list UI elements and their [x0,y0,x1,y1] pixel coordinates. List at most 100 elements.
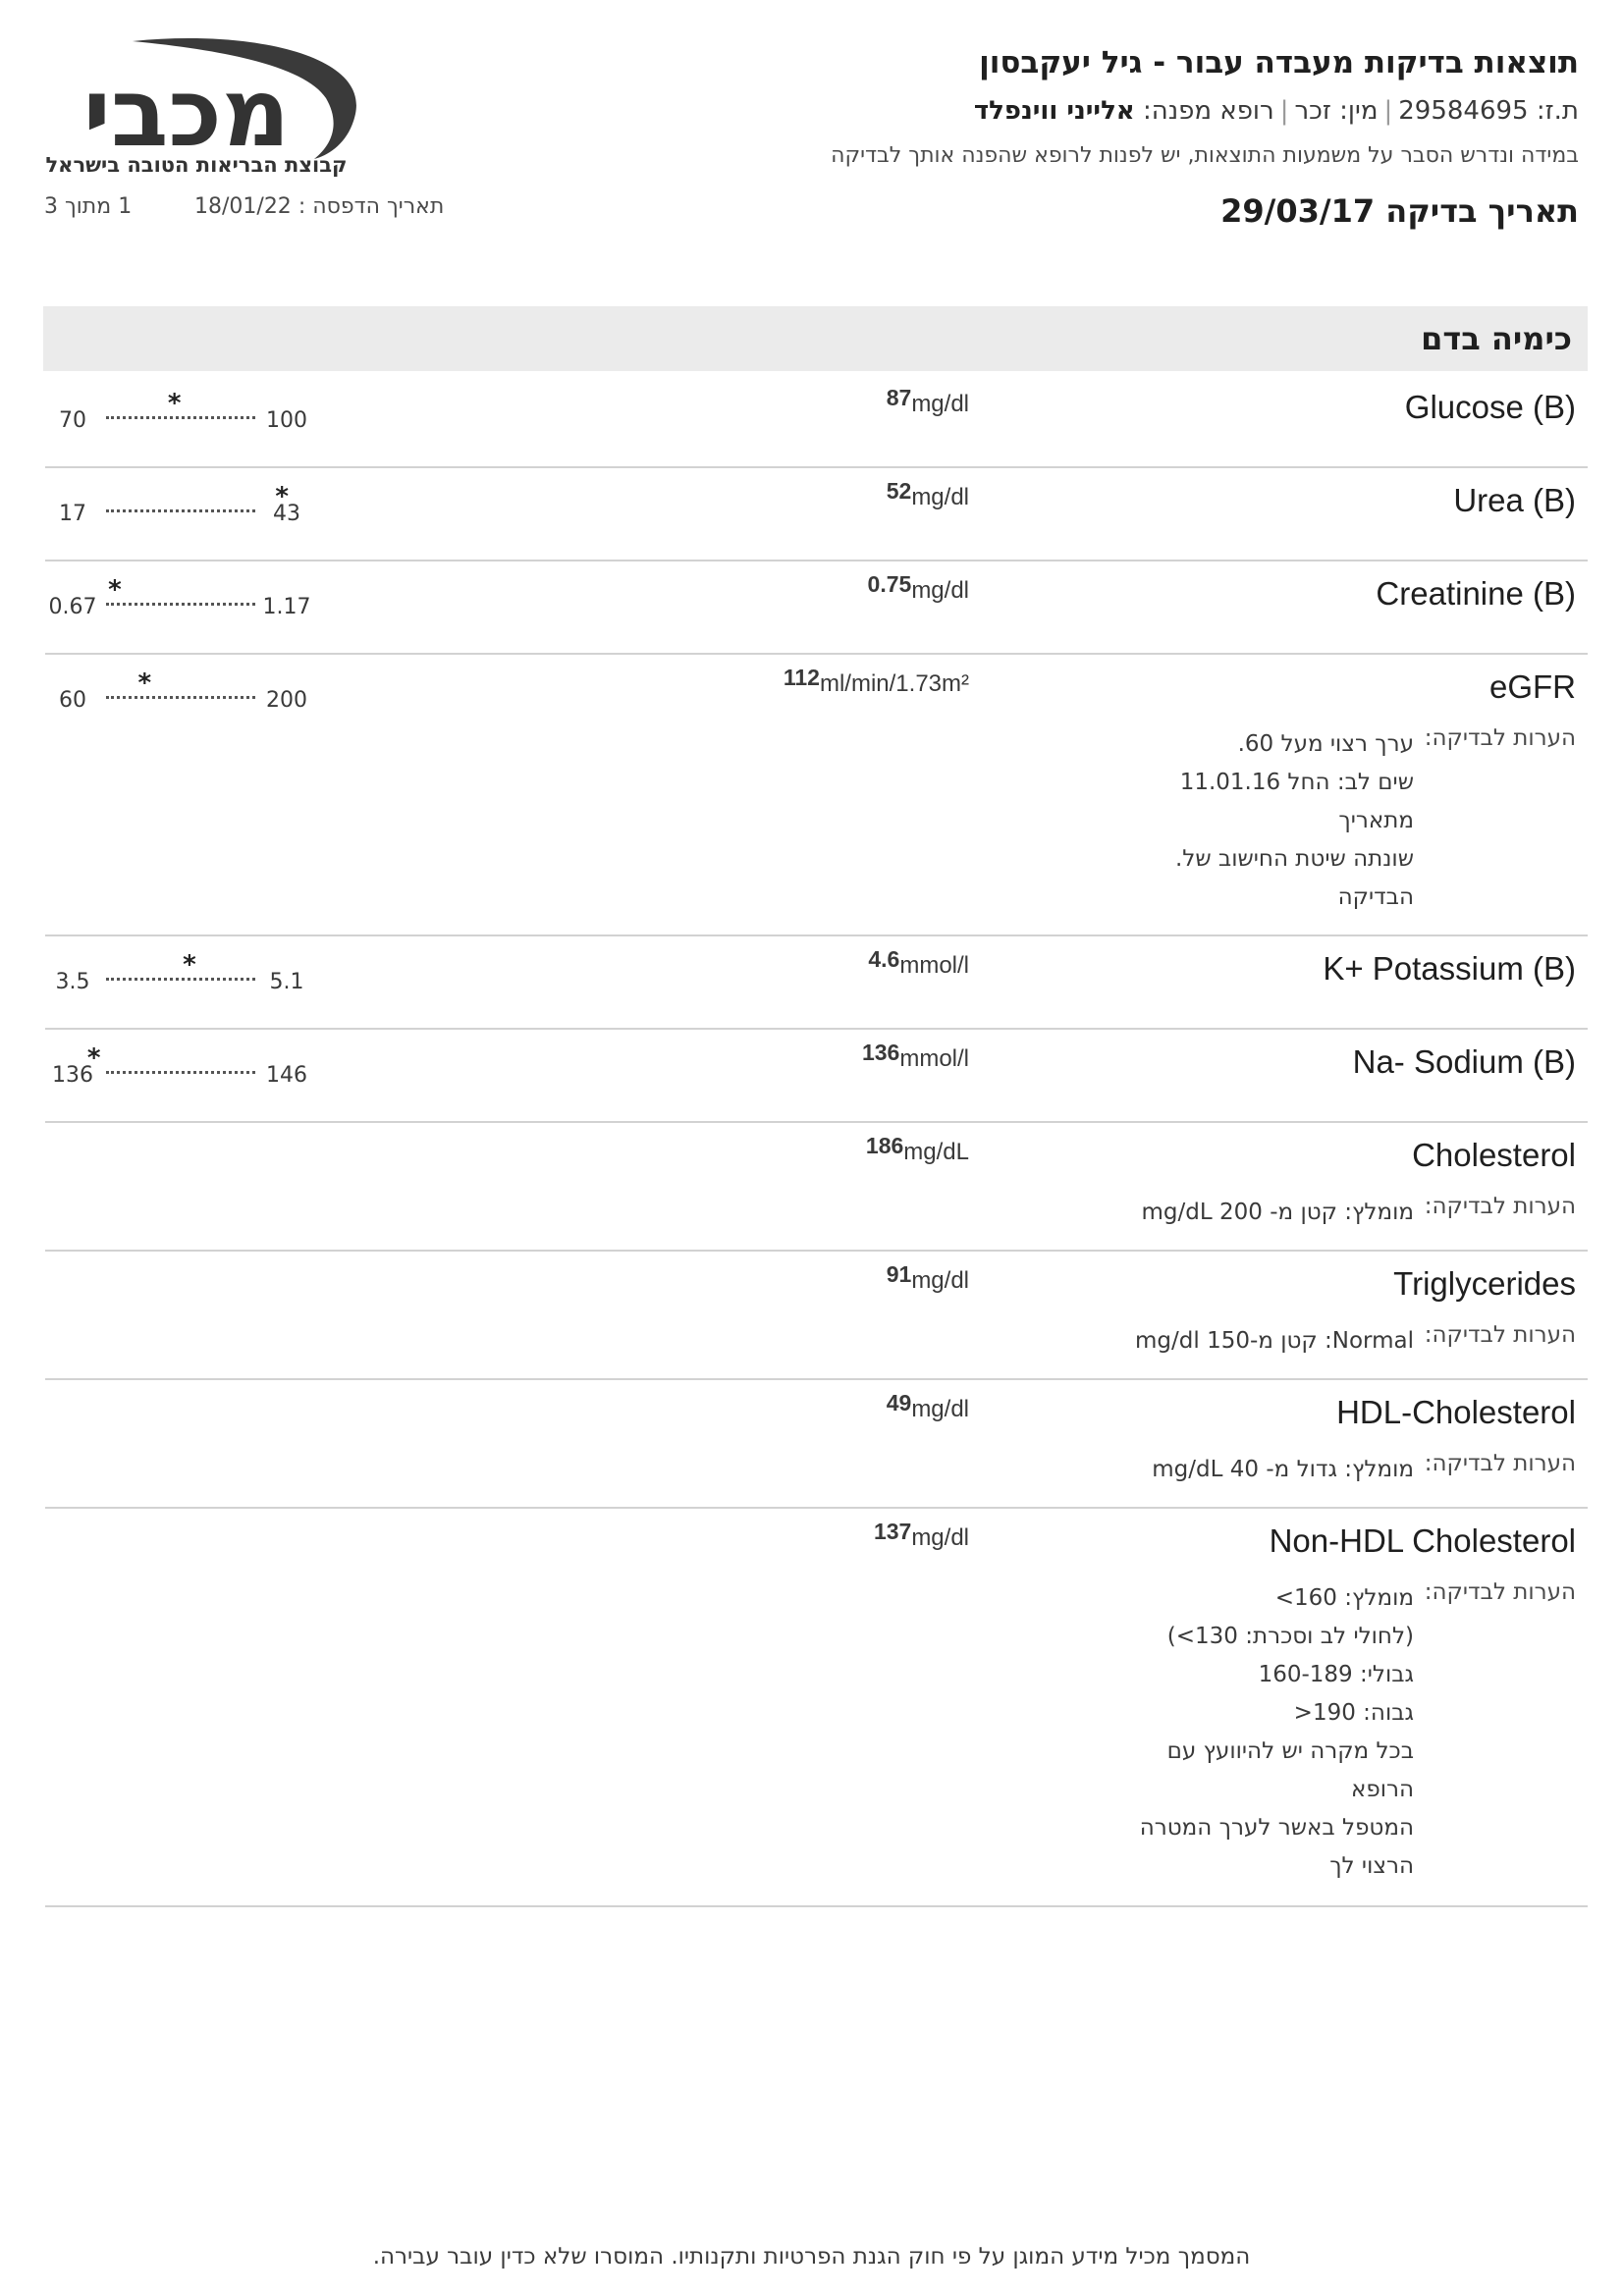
test-name: HDL-Cholesterol [1336,1394,1576,1430]
result-value: 4.6mmol/l [868,946,969,980]
doctor-value: אלייני ווינפלד [973,96,1135,126]
result-value: 52mg/dl [887,478,969,511]
notes-label: הערות לבדיקה: [1424,1322,1576,1348]
result-unit: mg/dL [903,1139,969,1165]
result-value: 91mg/dl [887,1261,969,1295]
reference-range: 70 100 * [45,389,320,434]
result-row: Creatinine (B) 0.75mg/dl 0.67 1.17 * [45,560,1588,655]
reference-range: 3.5 5.1 * [45,950,320,995]
id-value: 29584695 [1398,96,1529,126]
note-line: המטפל באשר לערך המטרה [1139,1815,1414,1841]
result-number: 87 [886,385,912,410]
gender-value: זכר [1294,96,1331,126]
gender-label: מין: [1339,96,1379,126]
result-unit: mg/dl [911,1396,969,1422]
result-number: 137 [873,1519,912,1544]
logo-swoosh-icon: מכבי [83,38,356,168]
id-label: ת.ז: [1536,96,1579,126]
reference-range: 60 200 * [45,668,320,714]
range-scale [106,696,255,699]
notes-label: הערות לבדיקה: [1424,1451,1576,1476]
result-value: 0.75mg/dl [868,571,969,605]
section-title: כימיה בדם [1421,320,1572,357]
result-number: 0.75 [867,571,912,597]
result-value: 136mmol/l [862,1040,969,1073]
result-unit: mmol/l [899,1045,969,1072]
range-scale [106,1071,255,1074]
note-line: שונתה שיטת החישוב של. [1174,846,1414,872]
test-date: תאריך בדיקה 29/03/17 [1220,192,1579,230]
result-number: 52 [886,478,912,504]
note-line: גבוה: 190< [1293,1700,1414,1726]
result-row: Na- Sodium (B) 136mmol/l 136 146 * [45,1028,1588,1123]
test-name: Triglycerides [1393,1265,1576,1302]
test-name: Na- Sodium (B) [1352,1043,1576,1080]
print-date: תאריך הדפסה : 18/01/22 [194,194,444,219]
patient-info: ת.ז: 29584695|מין: זכר|רופא מפנה: אלייני… [973,96,1579,126]
range-low: 0.67 [48,595,97,619]
disclaimer: במידה ונדרש הסבר על משמעות התוצאות, יש ל… [831,143,1579,168]
result-unit: mg/dl [911,1267,969,1294]
note-line: ערך רצוי מעל 60. [1237,731,1414,757]
result-value: 112ml/min/1.73m² [784,665,969,698]
result-unit: mg/dl [911,391,969,417]
note-line: הבדיקה [1337,884,1414,910]
note-line: מתאריך [1338,808,1414,833]
result-row: HDL-Cholesterol 49mg/dl הערות לבדיקה: מומלץ… [45,1378,1588,1509]
test-name: Cholesterol [1412,1137,1576,1173]
range-low: 3.5 [55,970,90,994]
section-header: כימיה בדם [43,306,1588,371]
result-number: 91 [886,1261,912,1287]
test-name: Non-HDL Cholesterol [1269,1522,1576,1559]
range-scale [106,603,255,606]
result-row: Urea (B) 52mg/dl 17 43 * [45,466,1588,561]
note-line: שים לב: החל 11.01.16 [1179,770,1414,795]
note-line: מומלץ: 160> [1274,1585,1414,1611]
privacy-footer: המסמך מכיל מידע המוגן על פי חוק הגנת הפר… [372,2244,1251,2269]
notes-label: הערות לבדיקה: [1424,725,1576,751]
range-high: 200 [266,688,307,713]
result-unit: mg/dl [911,577,969,604]
notes-text: ערך רצוי מעל 60. שים לב: החל 11.01.16 מתאר… [1060,725,1414,917]
test-name: Glucose (B) [1404,389,1576,425]
result-row: Cholesterol 186mg/dL הערות לבדיקה: מומלץ: ק… [45,1121,1588,1252]
result-unit: mmol/l [899,952,969,979]
result-number: 49 [886,1390,912,1415]
note-line: מומלץ: גדול מ- 40 mg/dL [1152,1457,1414,1482]
note-line: מומלץ: קטן מ- 200 mg/dL [1141,1200,1414,1225]
value-marker-icon: * [183,950,196,980]
range-low: 70 [59,408,86,433]
result-value: 186mg/dL [866,1133,969,1166]
test-name: K+ Potassium (B) [1323,950,1576,987]
note-line: הרצוי לך [1329,1853,1414,1879]
test-date-value: 29/03/17 [1220,192,1376,230]
notes-label: הערות לבדיקה: [1424,1194,1576,1219]
test-name: eGFR [1488,668,1576,705]
result-number: 136 [861,1040,900,1065]
range-high: 100 [266,408,307,433]
doctor-label: רופא מפנה: [1143,96,1274,126]
logo-wordmark: מכבי [83,58,291,163]
value-marker-icon: * [167,389,182,418]
reference-range: 136 146 * [45,1043,320,1089]
note-line: הרופא [1350,1777,1414,1802]
note-line: בכל מקרה יש להיוועץ עם [1166,1738,1414,1764]
value-marker-icon: * [275,482,289,511]
page-number: 1 מתוך 3 [44,194,133,219]
result-row: Non-HDL Cholesterol 137mg/dl הערות לבדיקה:… [45,1507,1588,1907]
result-value: 49mg/dl [887,1390,969,1423]
test-date-label: תאריך בדיקה [1385,192,1579,230]
result-number: 4.6 [868,946,900,972]
notes-text: מומלץ: קטן מ- 200 mg/dL [1060,1194,1414,1232]
logo-tagline: קבוצת הבריאות הטובה בישראל [45,153,348,177]
result-row: eGFR 112ml/min/1.73m² 60 200 * הערות לבדיקה: ע… [45,653,1588,936]
range-high: 1.17 [262,595,311,619]
value-marker-icon: * [86,1043,101,1073]
range-low: 60 [59,688,86,713]
notes-text: מומלץ: גדול מ- 40 mg/dL [1060,1451,1414,1489]
range-low: 17 [59,502,86,526]
note-line: גבולי: 160-189 [1258,1662,1414,1687]
result-value: 137mg/dl [874,1519,969,1552]
print-date-label: תאריך הדפסה : [298,194,445,219]
notes-text: מומלץ: 160> (לחולי לב וסכרת: 130>) גבולי: … [1060,1579,1414,1886]
